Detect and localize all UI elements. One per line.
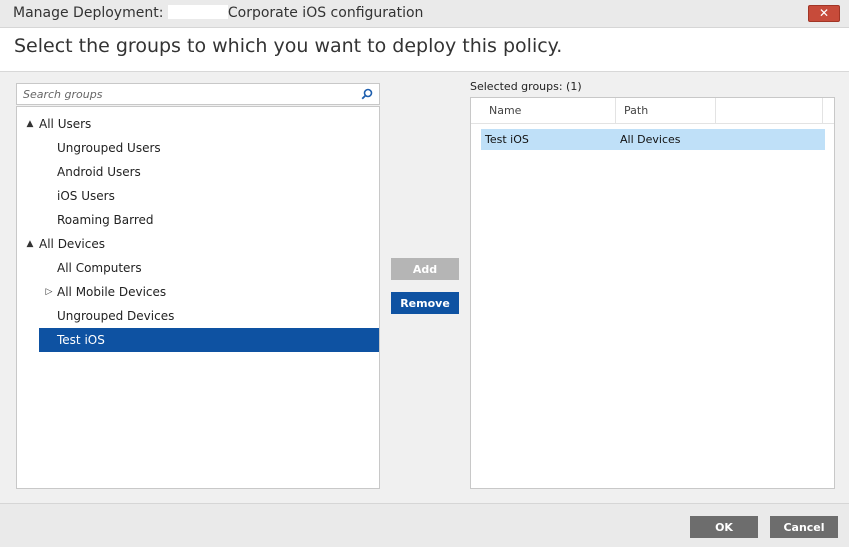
tree-node-all-devices[interactable]: ▲ All Devices bbox=[25, 232, 379, 256]
redacted-region bbox=[167, 5, 228, 19]
tree-node-label: All Users bbox=[39, 117, 92, 131]
column-header-name[interactable]: Name bbox=[481, 98, 616, 124]
search-icon[interactable] bbox=[361, 88, 373, 100]
tree-node-test-ios[interactable]: Test iOS bbox=[39, 328, 379, 352]
expand-icon[interactable]: ▷ bbox=[44, 280, 54, 304]
close-button[interactable]: ✕ bbox=[808, 5, 840, 22]
table-row[interactable]: Test iOS All Devices bbox=[481, 129, 825, 150]
tree-node-ios-users[interactable]: iOS Users bbox=[39, 184, 379, 208]
title-bar: Manage Deployment: Corporate iOS configu… bbox=[0, 0, 849, 28]
close-icon: ✕ bbox=[818, 6, 830, 20]
tree-node-all-users[interactable]: ▲ All Users bbox=[25, 112, 379, 136]
tree-node-label: All Devices bbox=[39, 237, 105, 251]
column-header-path[interactable]: Path bbox=[616, 98, 716, 124]
groups-tree: ▲ All Users Ungrouped Users Android User… bbox=[16, 106, 380, 489]
collapse-icon[interactable]: ▲ bbox=[25, 232, 35, 256]
collapse-icon[interactable]: ▲ bbox=[25, 112, 35, 136]
tree-node-label: All Computers bbox=[57, 261, 142, 275]
tree-node-label: Roaming Barred bbox=[57, 213, 154, 227]
footer: OK Cancel bbox=[0, 503, 849, 547]
tree-node-ungrouped-devices[interactable]: Ungrouped Devices bbox=[39, 304, 379, 328]
search-box[interactable] bbox=[16, 83, 380, 105]
tree-node-label: Android Users bbox=[57, 165, 141, 179]
window-title: Manage Deployment: Corporate iOS configu… bbox=[13, 5, 423, 21]
tree-node-label: Ungrouped Devices bbox=[57, 309, 175, 323]
add-button[interactable]: Add bbox=[391, 258, 459, 280]
cell-name: Test iOS bbox=[485, 133, 529, 146]
tree-node-label: Test iOS bbox=[57, 333, 105, 347]
window-title-prefix: Manage Deployment: bbox=[13, 5, 168, 21]
tree-node-label: All Mobile Devices bbox=[57, 285, 167, 299]
cancel-button[interactable]: Cancel bbox=[770, 516, 838, 538]
remove-button[interactable]: Remove bbox=[391, 292, 459, 314]
selected-groups-grid: Name Path Test iOS All Devices bbox=[470, 97, 835, 489]
ok-button[interactable]: OK bbox=[690, 516, 758, 538]
header-band: Select the groups to which you want to d… bbox=[0, 28, 849, 72]
tree-node-roaming-barred[interactable]: Roaming Barred bbox=[39, 208, 379, 232]
tree-node-all-mobile-devices[interactable]: ▷ All Mobile Devices bbox=[39, 280, 379, 304]
tree-node-label: iOS Users bbox=[57, 189, 115, 203]
tree-node-android-users[interactable]: Android Users bbox=[39, 160, 379, 184]
column-header-blank bbox=[716, 98, 823, 124]
grid-header: Name Path bbox=[471, 98, 834, 124]
search-input[interactable] bbox=[17, 84, 357, 104]
tree-node-ungrouped-users[interactable]: Ungrouped Users bbox=[39, 136, 379, 160]
window-title-suffix: Corporate iOS configuration bbox=[227, 5, 424, 21]
selected-groups-label: Selected groups: (1) bbox=[470, 80, 582, 93]
tree-node-all-computers[interactable]: All Computers bbox=[39, 256, 379, 280]
cell-path: All Devices bbox=[620, 133, 681, 146]
tree-node-label: Ungrouped Users bbox=[57, 141, 161, 155]
instruction-text: Select the groups to which you want to d… bbox=[14, 35, 563, 57]
